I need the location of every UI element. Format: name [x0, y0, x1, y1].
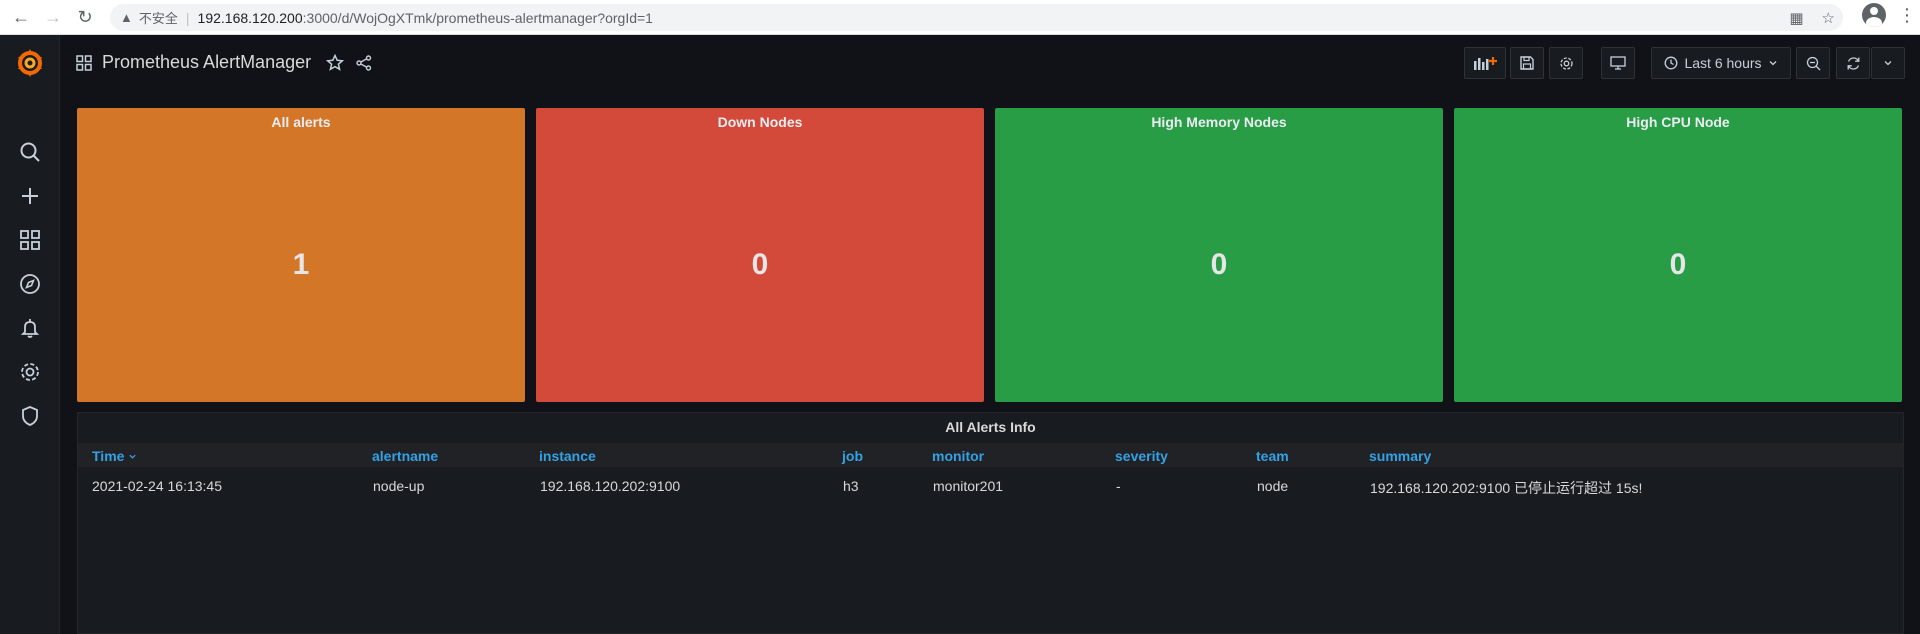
table-row: 2021-02-24 16:13:45 node-up 192.168.120.… [78, 474, 1903, 500]
zoom-out-icon [1806, 56, 1820, 70]
column-header-monitor[interactable]: monitor [932, 448, 984, 464]
url-path: :3000/d/WojOgXTmk/prometheus-alertmanage… [302, 9, 653, 26]
share-icon[interactable] [356, 55, 372, 71]
create-plus-icon[interactable] [19, 185, 41, 207]
alerts-table-panel: All Alerts Info Time alertname instance … [77, 412, 1904, 634]
cycle-view-mode-button[interactable] [1601, 47, 1635, 79]
profile-avatar-icon[interactable] [1862, 3, 1886, 27]
configuration-gear-icon[interactable] [19, 361, 41, 383]
cell-severity: - [1116, 478, 1121, 494]
insecure-label: 不安全 [138, 11, 178, 26]
refresh-icon [1847, 56, 1859, 70]
save-dashboard-button[interactable] [1510, 47, 1544, 79]
back-icon[interactable]: ← [6, 2, 36, 32]
dashboard-grid-icon [76, 55, 92, 71]
column-header-instance[interactable]: instance [539, 448, 596, 464]
warning-icon: ▲ [120, 10, 133, 25]
server-admin-shield-icon[interactable] [19, 405, 41, 427]
url-separator: | [185, 9, 190, 26]
panel-title[interactable]: High CPU Node [1454, 114, 1902, 130]
page-title[interactable]: Prometheus AlertManager [102, 52, 311, 73]
explore-compass-icon[interactable] [19, 273, 41, 295]
search-icon[interactable] [19, 141, 41, 163]
cell-instance: 192.168.120.202:9100 [540, 478, 681, 494]
column-header-alertname[interactable]: alertname [372, 448, 438, 464]
panel-title[interactable]: All Alerts Info [78, 419, 1903, 435]
refresh-interval-dropdown[interactable] [1871, 47, 1905, 79]
save-icon [1520, 56, 1534, 70]
column-header-summary[interactable]: summary [1369, 448, 1431, 464]
cell-summary: 192.168.120.202:9100 已停止运行超过 15s! [1370, 480, 1643, 496]
star-icon[interactable] [326, 54, 344, 72]
stat-panel-all-alerts[interactable]: All alerts 1 [77, 108, 525, 402]
column-header-job[interactable]: job [842, 448, 863, 464]
chevron-down-icon [1769, 61, 1776, 66]
sidebar [0, 35, 60, 634]
panel-title[interactable]: All alerts [77, 114, 525, 130]
bookmark-star-icon[interactable]: ☆ [1822, 9, 1835, 27]
dashboard-navbar: Prometheus AlertManager Last 6 hours [60, 35, 1920, 93]
table-header: Time alertname instance job monitor seve… [78, 443, 1903, 467]
monitor-icon [1610, 56, 1626, 70]
dashboards-icon[interactable] [19, 229, 41, 251]
translate-icon[interactable]: ▦ [1789, 9, 1803, 27]
stat-panel-down-nodes[interactable]: Down Nodes 0 [536, 108, 984, 402]
address-bar[interactable]: ▲ 不安全 | 192.168.120.200:3000/d/WojOgXTmk… [110, 4, 1843, 31]
zoom-out-button[interactable] [1796, 47, 1830, 79]
stat-value: 1 [292, 248, 310, 281]
add-panel-icon [1474, 57, 1497, 70]
stat-value: 0 [1669, 248, 1687, 281]
cell-alertname: node-up [373, 478, 425, 494]
column-header-team[interactable]: team [1256, 448, 1289, 464]
chevron-down-icon [1884, 61, 1892, 66]
column-header-time[interactable]: Time [92, 448, 137, 464]
clock-icon [1665, 56, 1678, 70]
time-range-picker[interactable]: Last 6 hours [1651, 47, 1791, 79]
settings-gear-icon [1559, 56, 1573, 70]
refresh-button[interactable] [1836, 47, 1870, 79]
cell-team: node [1257, 478, 1289, 494]
cell-job: h3 [843, 478, 859, 494]
add-panel-button[interactable] [1464, 47, 1506, 79]
cell-monitor: monitor201 [933, 478, 1004, 494]
browser-toolbar: ← → ↻ ▲ 不安全 | 192.168.120.200:3000/d/Woj… [0, 0, 1920, 35]
url-host: 192.168.120.200 [197, 9, 303, 26]
reload-icon[interactable]: ↻ [70, 2, 100, 32]
grafana-logo-icon[interactable] [14, 47, 46, 79]
browser-menu-icon[interactable]: ⋮ [1898, 6, 1916, 24]
forward-icon[interactable]: → [38, 2, 68, 32]
panel-title[interactable]: Down Nodes [536, 114, 984, 130]
dashboard-settings-button[interactable] [1549, 47, 1583, 79]
stat-panel-high-cpu-node[interactable]: High CPU Node 0 [1454, 108, 1902, 402]
alerting-bell-icon[interactable] [19, 317, 41, 339]
panel-title[interactable]: High Memory Nodes [995, 114, 1443, 130]
stat-value: 0 [751, 248, 769, 281]
column-header-severity[interactable]: severity [1115, 448, 1168, 464]
stat-panel-high-memory-nodes[interactable]: High Memory Nodes 0 [995, 108, 1443, 402]
stat-value: 0 [1210, 248, 1228, 281]
sort-chevron-down-icon [129, 454, 136, 459]
time-range-label: Last 6 hours [1684, 55, 1762, 71]
cell-time: 2021-02-24 16:13:45 [92, 478, 222, 494]
